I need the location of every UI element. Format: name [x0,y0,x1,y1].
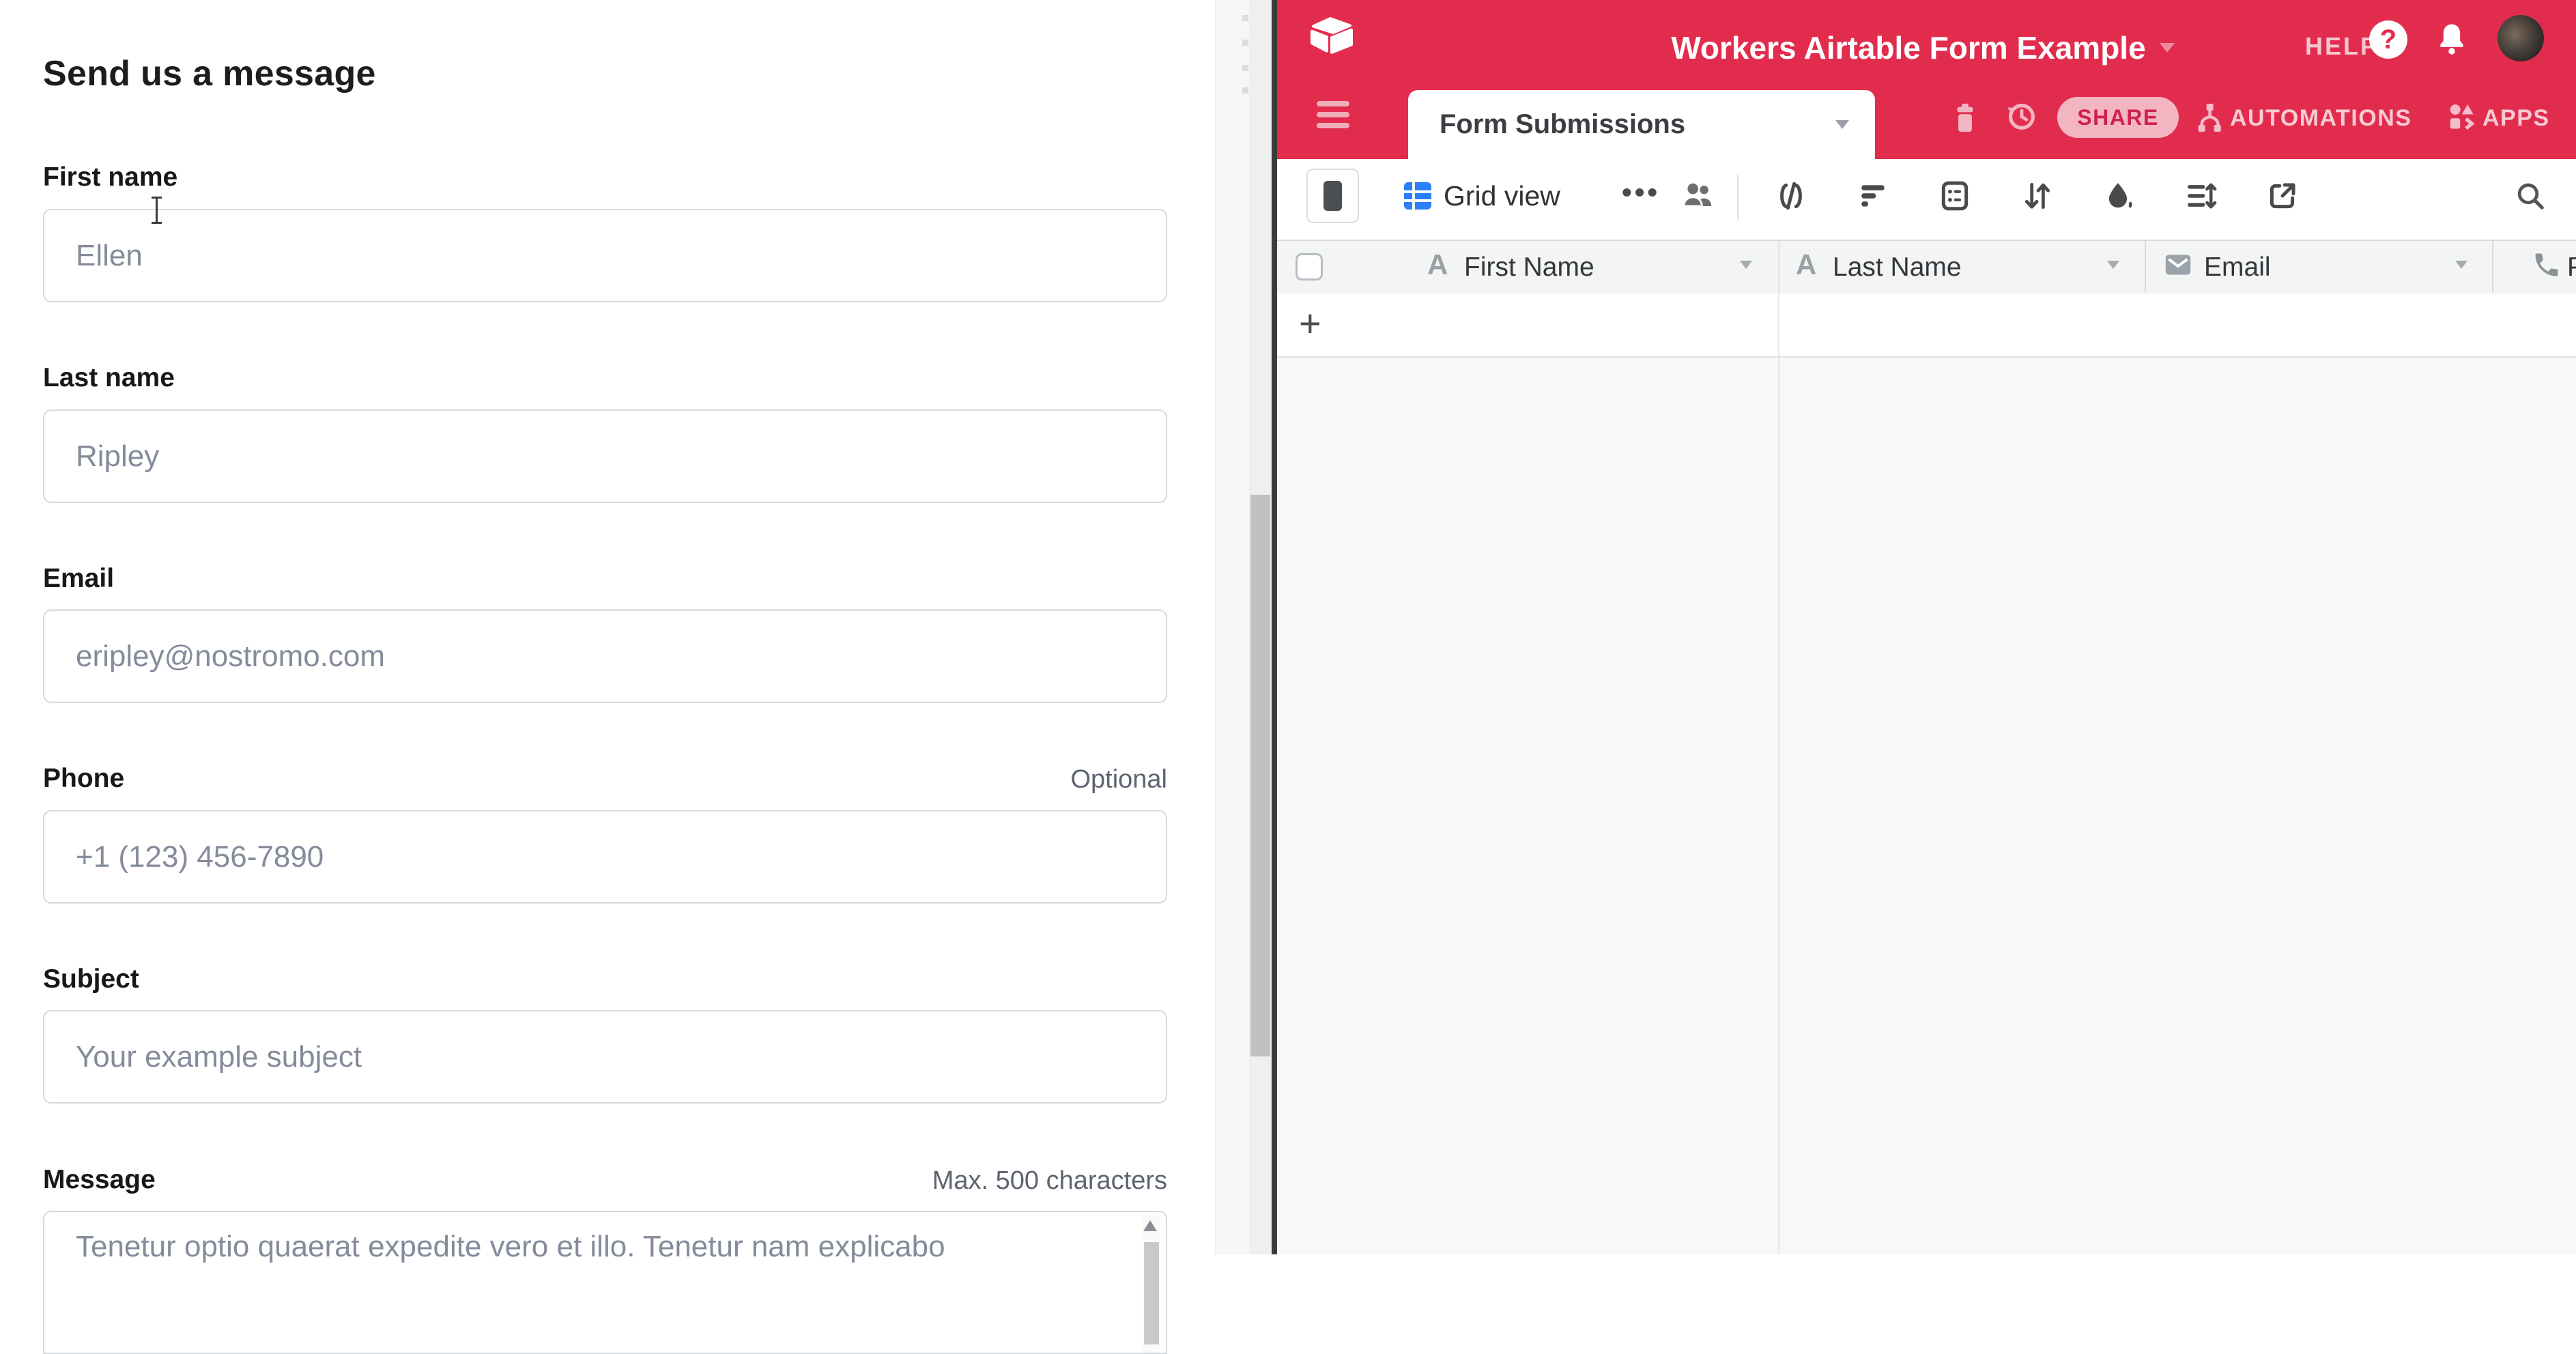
help-question-icon[interactable]: ? [2369,20,2407,59]
trash-icon[interactable] [1949,100,1981,136]
share-view-icon[interactable] [2265,179,2300,213]
sidebar-panel-icon [1323,181,1342,211]
user-avatar[interactable] [2498,15,2544,61]
email-label: Email [43,564,114,594]
text-cursor-ibeam [151,197,162,224]
column-caret-icon[interactable] [1740,261,1752,269]
email-field-type-icon [2163,251,2193,278]
table-tab-label: Form Submissions [1440,109,1685,140]
automations-icon[interactable] [2193,100,2226,136]
text-field-type-icon: A [1796,248,1816,281]
add-record-plus[interactable]: + [1299,304,1321,343]
column-divider [1778,292,1779,1254]
form-heading: Send us a message [43,53,376,94]
help-menu[interactable]: HELP [2305,32,2379,61]
view-name[interactable]: Grid view [1444,180,1560,212]
filter-icon[interactable] [1856,179,1890,213]
column-caret-icon[interactable] [2455,261,2467,269]
airtable-window: Workers Airtable Form Example HELP ? For… [1277,0,2576,1254]
base-title-caret-icon[interactable] [2160,43,2175,53]
subject-label: Subject [43,964,139,994]
color-icon[interactable] [2102,179,2136,213]
column-header-email[interactable]: Email [2204,253,2271,283]
sort-icon[interactable] [2020,179,2054,213]
hide-fields-icon[interactable] [1938,179,1972,213]
grid-view-icon [1401,179,1434,212]
notifications-bell-icon[interactable] [2433,19,2470,59]
phone-input[interactable] [43,810,1167,904]
message-text: Tenetur optio quaerat expedite vero et i… [76,1230,1113,1264]
select-all-checkbox[interactable] [1296,253,1323,280]
window-divider [1272,0,1277,1254]
table-tab-caret-icon[interactable] [1835,120,1849,129]
gutter-dot [1242,40,1248,46]
history-icon[interactable] [2003,97,2039,136]
search-icon[interactable] [2514,179,2547,213]
column-header-phone[interactable]: P [2567,253,2576,283]
column-caret-icon[interactable] [2107,261,2119,269]
add-record-row[interactable] [1277,293,2576,358]
message-textarea[interactable]: Tenetur optio quaerat expedite vero et i… [43,1211,1167,1354]
toolbar-divider [1737,175,1738,220]
message-maxchars-hint: Max. 500 characters [932,1166,1167,1196]
base-title-wrap[interactable]: Workers Airtable Form Example [1650,27,2196,68]
text-field-type-icon: A [1427,248,1448,281]
message-scrollbar-thumb[interactable] [1144,1242,1159,1344]
apps-label[interactable]: APPS [2482,105,2550,132]
last-name-input[interactable] [43,409,1167,503]
message-label: Message [43,1165,156,1195]
question-glyph: ? [2380,25,2396,55]
page-scrollbar-thumb[interactable] [1250,495,1270,1056]
column-header-last-name[interactable]: Last Name [1833,253,1962,283]
view-sidebar-toggle[interactable] [1306,169,1359,223]
gutter-dot [1242,65,1248,71]
first-name-label: First name [43,162,177,192]
embed-code-icon[interactable] [1774,179,1808,213]
tab-form-submissions[interactable]: Form Submissions [1408,90,1875,159]
gutter-dot [1242,15,1248,21]
email-input[interactable] [43,609,1167,703]
contact-form-panel: Send us a message First name Last name E… [0,0,1215,1254]
subject-input[interactable] [43,1010,1167,1104]
base-title[interactable]: Workers Airtable Form Example [1671,29,2145,66]
share-button[interactable]: SHARE [2057,97,2179,138]
last-name-label: Last name [43,363,175,393]
grid-empty-area [1277,358,2576,1254]
phone-field-type-icon [2532,250,2562,280]
view-more-menu[interactable]: ••• [1622,176,1660,209]
first-name-input[interactable] [43,209,1167,302]
phone-label: Phone [43,764,124,794]
apps-icon[interactable] [2446,100,2477,134]
automations-label[interactable]: AUTOMATIONS [2230,105,2412,132]
airtable-logo[interactable] [1306,15,1358,57]
collaborators-icon[interactable] [1681,179,1717,213]
row-height-icon[interactable] [2184,179,2218,213]
column-header-first-name[interactable]: First Name [1464,253,1594,283]
sidebar-menu-button[interactable] [1317,101,1349,128]
share-label: SHARE [2077,105,2159,130]
gutter-dot [1242,87,1248,93]
scroll-up-arrow-icon[interactable] [1143,1220,1157,1231]
phone-optional-hint: Optional [1070,765,1167,794]
